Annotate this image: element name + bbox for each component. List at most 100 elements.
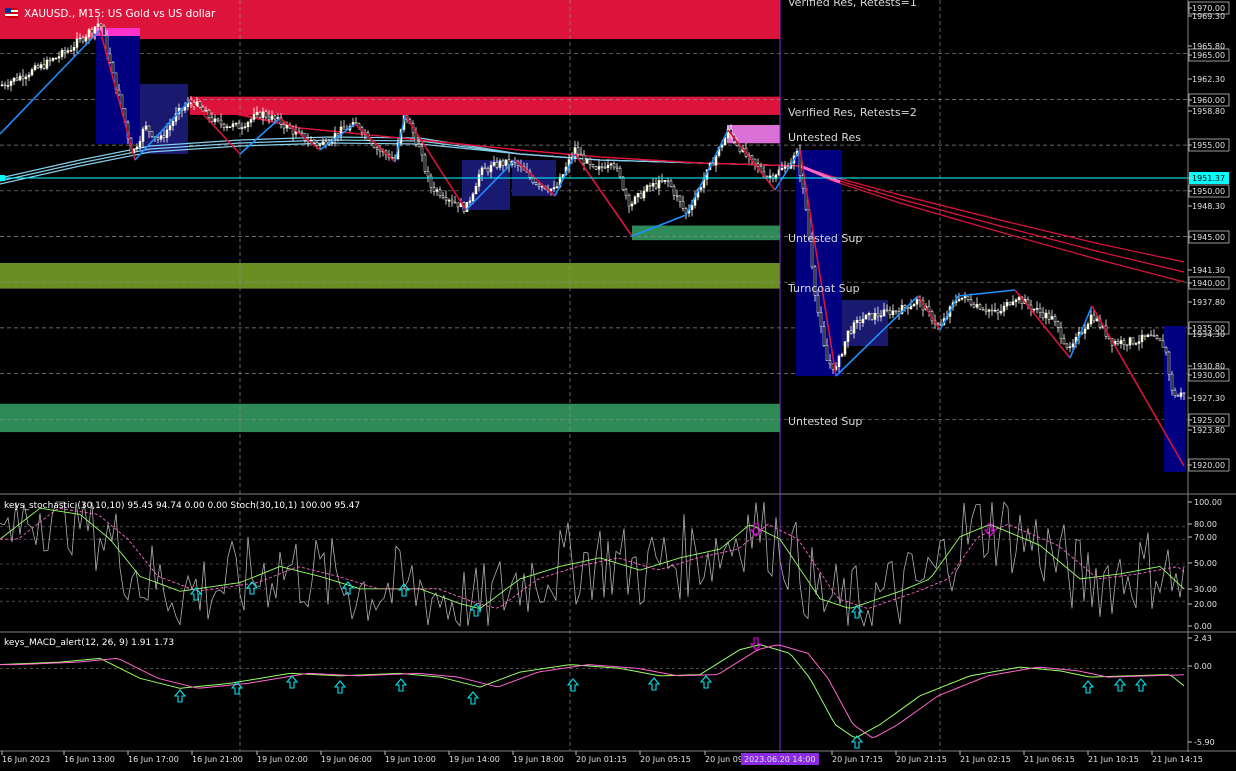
candle-body (447, 199, 451, 202)
candle-body (243, 126, 247, 128)
candle-body (96, 23, 100, 28)
candle-body (282, 124, 286, 129)
candle-body (876, 312, 880, 317)
stoch-axis-label: 30.00 (1194, 585, 1217, 594)
candle-body (987, 309, 991, 312)
candle-body (981, 308, 985, 311)
candle-body (681, 201, 685, 209)
candle-body (489, 165, 493, 173)
candle-body (60, 50, 64, 57)
candle-body (69, 50, 73, 52)
time-label: 19 Jun 14:00 (449, 755, 500, 764)
candle-body (858, 320, 862, 324)
candle-body (666, 180, 670, 182)
candle-body (1092, 314, 1096, 322)
candle-body (507, 159, 511, 166)
time-label: 20 Jun 21:15 (896, 755, 947, 764)
candle-body (639, 193, 643, 199)
candle-body (1170, 373, 1174, 391)
chart-window[interactable]: Verified Res, Retests=1 Verified Res, Ret… (0, 0, 1236, 767)
candle-body (624, 189, 628, 196)
candle-body (783, 166, 787, 169)
candle-body (165, 129, 169, 138)
time-label: 21 Jun 06:15 (1024, 755, 1075, 764)
candle-body (315, 142, 319, 146)
candle-body (198, 101, 202, 108)
candle-body (822, 326, 826, 346)
candle-body (657, 180, 661, 189)
price-label: 1945.00 (1192, 233, 1225, 242)
candle-body (585, 159, 589, 164)
candle-body (972, 304, 976, 308)
candle-body (1071, 343, 1075, 348)
candle-body (633, 196, 637, 205)
candle-body (825, 345, 829, 361)
candle-body (882, 309, 886, 317)
time-label: 21 Jun 02:15 (960, 755, 1011, 764)
candle-body (36, 65, 40, 69)
cursor-time-label: 2023.06.20 14:00 (744, 755, 815, 764)
candle-body (888, 310, 892, 316)
candle-body (1086, 323, 1090, 330)
candle-body (969, 299, 973, 305)
candle-body (144, 125, 148, 130)
stoch-axis-label: 50.00 (1194, 559, 1217, 568)
candle-body (819, 312, 823, 327)
candle-body (1053, 316, 1057, 322)
candle-body (867, 313, 871, 316)
chart-canvas[interactable]: Verified Res, Retests=1 Verified Res, Ret… (0, 0, 1236, 767)
candle-body (66, 50, 70, 53)
time-label: 19 Jun 18:00 (513, 755, 564, 764)
zone-turncoat[interactable] (0, 263, 780, 289)
candle-body (1131, 337, 1135, 345)
flag-icon (5, 8, 18, 18)
candle-body (162, 135, 166, 138)
candle-body (111, 62, 115, 74)
candle-body (435, 189, 439, 192)
candle-body (225, 126, 229, 128)
candle-body (1122, 340, 1126, 346)
candle-body (237, 122, 241, 129)
candle-body (990, 309, 994, 312)
candle-body (552, 187, 556, 190)
candle-body (645, 185, 649, 192)
zone-label: Untested Sup (788, 415, 862, 428)
candle-body (537, 183, 541, 187)
candle-body (603, 166, 607, 169)
candle-body (1032, 308, 1036, 311)
candle-body (678, 195, 682, 202)
candle-body (1149, 334, 1153, 337)
stoch-axis-label: 80.00 (1194, 520, 1217, 529)
candle-body (1056, 321, 1060, 328)
candle-body (984, 309, 988, 312)
swing-box (96, 28, 140, 144)
time-label: 20 Jun 05:15 (640, 755, 691, 764)
candle-body (1152, 335, 1156, 337)
zone-support[interactable] (0, 403, 780, 433)
candle-body (594, 166, 598, 170)
candle-body (1161, 340, 1165, 348)
candle-body (150, 131, 154, 137)
candle-body (828, 360, 832, 365)
candle-body (468, 200, 472, 203)
candle-body (915, 299, 919, 305)
candle-body (498, 160, 502, 168)
candle-body (891, 310, 895, 316)
candle-body (864, 314, 868, 320)
candle-body (312, 139, 316, 143)
candle-body (78, 37, 82, 40)
candle-body (117, 89, 121, 96)
price-label: 1948.30 (1192, 202, 1225, 211)
candle-body (591, 164, 595, 168)
candle-body (885, 309, 889, 312)
candle-body (450, 199, 454, 203)
candle-body (309, 139, 313, 142)
candle-body (1119, 340, 1123, 344)
candle-body (1014, 299, 1018, 302)
candle-body (228, 126, 232, 128)
candle-body (285, 124, 289, 129)
candle-body (1089, 314, 1093, 325)
candle-body (108, 53, 112, 63)
price-line-handle[interactable] (0, 175, 5, 181)
candle-body (912, 303, 916, 307)
